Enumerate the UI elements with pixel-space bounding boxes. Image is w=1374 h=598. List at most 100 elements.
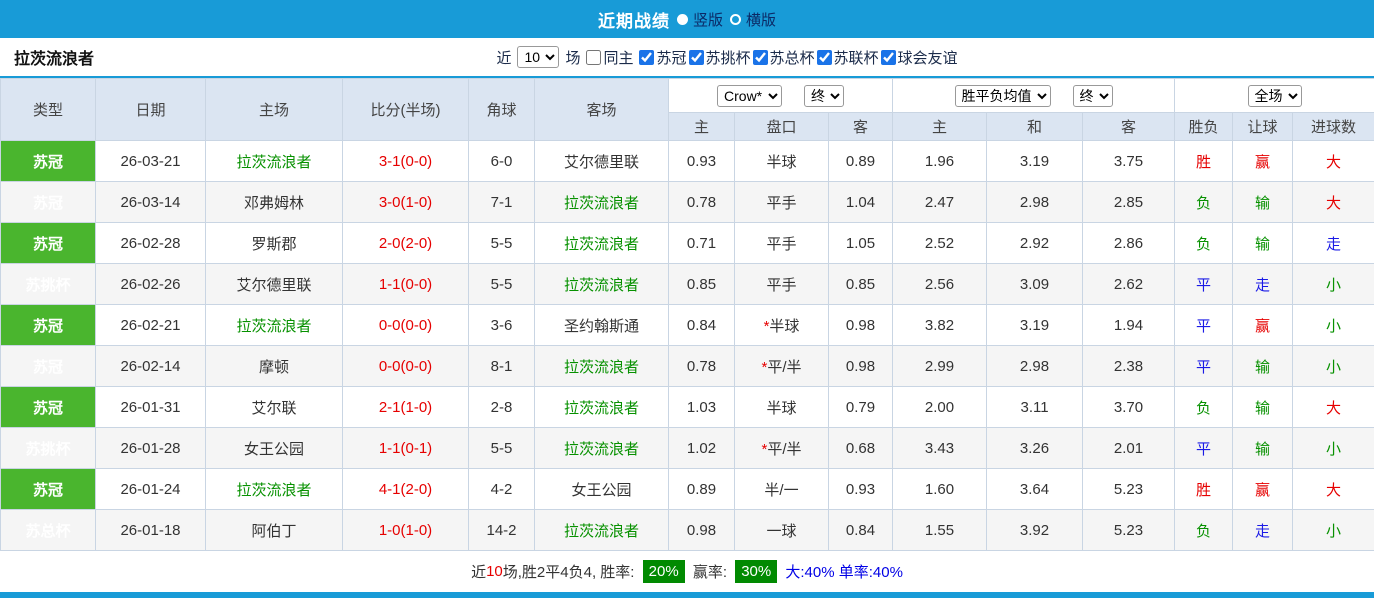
league-filter[interactable]: 球会友谊 xyxy=(881,47,958,68)
header-group-row: 类型 日期 主场 比分(半场) 角球 客场 Crow* 终 胜 xyxy=(1,79,1374,113)
table-row: 苏挑杯26-01-28女王公园1-1(0-1)5-5拉茨流浪者1.02*平/半0… xyxy=(1,428,1374,469)
league-filter[interactable]: 苏冠 xyxy=(639,47,686,68)
euro-away-odds: 2.38 xyxy=(1083,346,1175,387)
league-checkbox[interactable] xyxy=(639,50,654,65)
score: 3-0(1-0) xyxy=(343,182,469,223)
home-team: 拉茨流浪者 xyxy=(206,305,343,346)
corners: 5-5 xyxy=(469,223,535,264)
same-home-checkbox[interactable] xyxy=(586,50,601,65)
handicap-star: * xyxy=(761,441,767,458)
asian-home-odds: 1.03 xyxy=(669,387,735,428)
radio-selected-icon xyxy=(677,14,688,25)
score: 2-0(2-0) xyxy=(343,223,469,264)
home-team: 邓弗姆林 xyxy=(206,182,343,223)
euro-time-select[interactable]: 终 xyxy=(1073,85,1113,107)
euro-home-odds: 3.43 xyxy=(893,428,987,469)
asian-handicap: 半球 xyxy=(735,141,829,182)
home-team: 女王公园 xyxy=(206,428,343,469)
scope-select[interactable]: 全场 xyxy=(1248,85,1302,107)
filters-group: 近 10 场 同主 苏冠苏挑杯苏总杯苏联杯球会友谊 xyxy=(496,46,957,68)
asian-away-odds: 1.05 xyxy=(829,223,893,264)
match-date: 26-01-31 xyxy=(96,387,206,428)
euro-away-odds: 2.86 xyxy=(1083,223,1175,264)
match-date: 26-02-28 xyxy=(96,223,206,264)
vertical-layout-radio[interactable]: 竖版 xyxy=(677,9,723,30)
euro-home-odds: 1.96 xyxy=(893,141,987,182)
radio-unselected-icon xyxy=(730,14,741,25)
league-label: 苏总杯 xyxy=(770,47,815,68)
euro-home-odds: 2.00 xyxy=(893,387,987,428)
euro-away-odds: 2.85 xyxy=(1083,182,1175,223)
euro-home-odds: 1.60 xyxy=(893,469,987,510)
score: 4-1(2-0) xyxy=(343,469,469,510)
recent-count-select[interactable]: 10 xyxy=(517,46,559,68)
euro-odds-select[interactable]: 胜平负均值 xyxy=(955,85,1051,107)
goals-result: 小 xyxy=(1293,264,1374,305)
home-team: 艾尔联 xyxy=(206,387,343,428)
away-team: 圣约翰斯通 xyxy=(535,305,669,346)
score: 1-1(0-1) xyxy=(343,428,469,469)
league-filter[interactable]: 苏总杯 xyxy=(753,47,815,68)
match-type-badge: 苏冠 xyxy=(1,182,96,223)
asian-home-odds: 0.71 xyxy=(669,223,735,264)
match-type-badge: 苏冠 xyxy=(1,346,96,387)
table-row: 苏冠26-02-21拉茨流浪者0-0(0-0)3-6圣约翰斯通0.84*半球0.… xyxy=(1,305,1374,346)
asian-home-odds: 0.85 xyxy=(669,264,735,305)
home-team: 摩顿 xyxy=(206,346,343,387)
league-filter[interactable]: 苏联杯 xyxy=(817,47,879,68)
goals-result: 大 xyxy=(1293,469,1374,510)
asian-time-select[interactable]: 终 xyxy=(804,85,844,107)
games-label: 场 xyxy=(565,47,580,68)
euro-draw-odds: 2.98 xyxy=(987,346,1083,387)
outcome: 平 xyxy=(1175,346,1233,387)
outcome: 负 xyxy=(1175,387,1233,428)
table-row: 苏冠26-01-24拉茨流浪者4-1(2-0)4-2女王公园0.89半/一0.9… xyxy=(1,469,1374,510)
match-type-badge: 苏冠 xyxy=(1,387,96,428)
goals-result: 小 xyxy=(1293,346,1374,387)
table-row: 苏冠26-02-14摩顿0-0(0-0)8-1拉茨流浪者0.78*平/半0.98… xyxy=(1,346,1374,387)
asian-handicap: 半/一 xyxy=(735,469,829,510)
score: 0-0(0-0) xyxy=(343,346,469,387)
summary-segment: 20% xyxy=(643,560,685,583)
match-date: 26-02-14 xyxy=(96,346,206,387)
summary-line: 近10场,胜2平4负4, 胜率: 20% 赢率: 30% 大:40% 单率:40… xyxy=(0,551,1374,592)
league-filter[interactable]: 苏挑杯 xyxy=(689,47,751,68)
corners: 5-5 xyxy=(469,428,535,469)
asian-home-odds: 1.02 xyxy=(669,428,735,469)
home-team: 艾尔德里联 xyxy=(206,264,343,305)
match-date: 26-03-21 xyxy=(96,141,206,182)
euro-away-odds: 3.75 xyxy=(1083,141,1175,182)
goals-result: 大 xyxy=(1293,182,1374,223)
handicap-star: * xyxy=(764,318,770,335)
asian-home-odds: 0.98 xyxy=(669,510,735,551)
away-team: 女王公园 xyxy=(535,469,669,510)
goals-result: 走 xyxy=(1293,223,1374,264)
league-checkbox[interactable] xyxy=(817,50,832,65)
bookmaker-select[interactable]: Crow* xyxy=(717,85,782,107)
away-team: 拉茨流浪者 xyxy=(535,182,669,223)
col-goals: 进球数 xyxy=(1293,113,1374,141)
corners: 8-1 xyxy=(469,346,535,387)
league-checkbox[interactable] xyxy=(753,50,768,65)
outcome: 平 xyxy=(1175,264,1233,305)
match-date: 26-03-14 xyxy=(96,182,206,223)
horizontal-layout-radio[interactable]: 横版 xyxy=(730,9,776,30)
euro-draw-odds: 3.09 xyxy=(987,264,1083,305)
bottom-strip xyxy=(0,592,1374,598)
vertical-layout-label: 竖版 xyxy=(693,9,723,30)
handicap-result: 赢 xyxy=(1233,469,1293,510)
league-checkbox[interactable] xyxy=(689,50,704,65)
filter-bar: 拉茨流浪者 近 10 场 同主 苏冠苏挑杯苏总杯苏联杯球会友谊 xyxy=(0,38,1374,78)
league-checkbox[interactable] xyxy=(881,50,896,65)
recent-label: 近 xyxy=(496,47,511,68)
match-date: 26-01-18 xyxy=(96,510,206,551)
top-bar: 近期战绩 竖版 横版 xyxy=(0,0,1374,38)
asian-handicap: *平/半 xyxy=(735,346,829,387)
match-date: 26-02-26 xyxy=(96,264,206,305)
asian-away-odds: 0.85 xyxy=(829,264,893,305)
same-home-filter[interactable]: 同主 xyxy=(586,47,633,68)
league-label: 球会友谊 xyxy=(898,47,958,68)
away-team: 拉茨流浪者 xyxy=(535,264,669,305)
col-handicap-result: 让球 xyxy=(1233,113,1293,141)
summary-segment: 10 xyxy=(486,563,503,580)
